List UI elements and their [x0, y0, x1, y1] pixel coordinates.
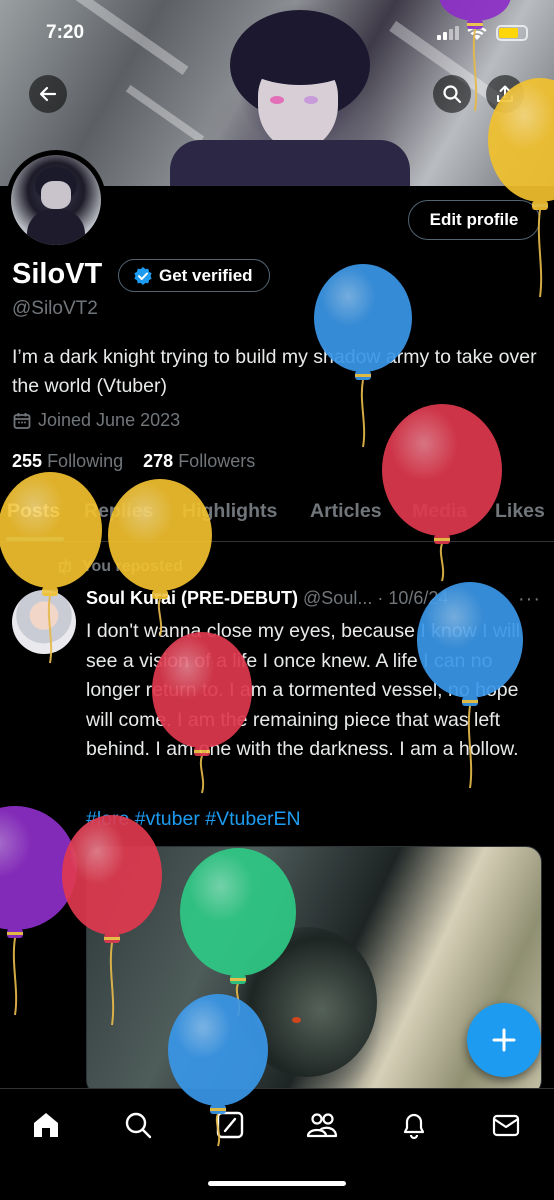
- profile-bio: I’m a dark knight trying to build my sha…: [12, 346, 537, 397]
- nav-grok[interactable]: [210, 1105, 250, 1145]
- following-count: 255: [12, 451, 43, 471]
- nav-notifications[interactable]: [394, 1105, 434, 1145]
- joined-text: Joined June 2023: [38, 410, 181, 430]
- post-text: I don't wanna close my eyes, because I k…: [86, 620, 521, 760]
- post-author-avatar[interactable]: [12, 590, 76, 654]
- followers-count: 278: [143, 451, 174, 471]
- nav-home[interactable]: [26, 1105, 66, 1145]
- followers-link[interactable]: 278 Followers: [143, 451, 255, 471]
- cellular-signal-icon: [437, 26, 463, 40]
- nav-search[interactable]: [118, 1105, 158, 1145]
- tab-highlights[interactable]: Highlights: [182, 500, 277, 523]
- calendar-icon: [13, 412, 31, 429]
- edit-profile-button[interactable]: Edit profile: [408, 200, 540, 240]
- following-label: Following: [47, 451, 124, 471]
- repost-indicator: You reposted: [56, 558, 183, 576]
- arrow-left-icon: [39, 86, 57, 102]
- share-button[interactable]: [486, 75, 524, 113]
- status-bar: 7:20: [0, 0, 554, 64]
- follow-stats: 255 Following 278 Followers: [12, 451, 255, 472]
- post-header: Soul Kurai (PRE-DEBUT) @Soul... · 10/6/2…: [86, 588, 449, 608]
- status-time: 7:20: [46, 22, 85, 43]
- bottom-navigation: [0, 1088, 554, 1200]
- wifi-icon: [467, 26, 487, 40]
- verified-badge-icon: [134, 267, 152, 285]
- balloon-purple-left: [0, 806, 77, 1016]
- profile-tabs: Posts Replies Highlights Articles Media …: [0, 486, 554, 542]
- tab-likes[interactable]: Likes: [495, 500, 545, 523]
- back-button[interactable]: [29, 75, 67, 113]
- following-link[interactable]: 255 Following: [12, 451, 123, 471]
- search-icon: [125, 1112, 152, 1139]
- nav-communities[interactable]: [302, 1105, 342, 1145]
- repost-icon: [59, 559, 71, 575]
- plus-icon: [492, 1028, 516, 1052]
- communities-icon: [306, 1113, 338, 1138]
- search-button[interactable]: [433, 75, 471, 113]
- joined-date: Joined June 2023: [12, 410, 180, 431]
- profile-avatar[interactable]: [6, 150, 106, 250]
- profile-handle: @SiloVT2: [12, 298, 98, 319]
- search-icon: [443, 85, 462, 104]
- post-author-name[interactable]: Soul Kurai (PRE-DEBUT): [86, 588, 298, 608]
- tab-indicator: [6, 537, 64, 541]
- home-icon: [34, 1113, 58, 1137]
- grok-icon: [216, 1111, 244, 1139]
- tab-articles[interactable]: Articles: [310, 500, 382, 523]
- display-name: SiloVT: [12, 258, 103, 290]
- tab-posts[interactable]: Posts: [7, 500, 60, 523]
- post-hashtags[interactable]: #lore #vtuber #VtuberEN: [86, 808, 301, 831]
- get-verified-label: Get verified: [159, 265, 253, 285]
- post-more-button[interactable]: ···: [518, 588, 541, 611]
- home-indicator: [208, 1181, 346, 1186]
- post-date[interactable]: 10/6/24: [388, 588, 448, 608]
- bell-icon: [403, 1113, 425, 1140]
- followers-label: Followers: [178, 451, 256, 471]
- mail-icon: [492, 1114, 520, 1137]
- get-verified-button[interactable]: Get verified: [118, 259, 270, 292]
- nav-messages[interactable]: [486, 1105, 526, 1145]
- compose-post-button[interactable]: [467, 1003, 541, 1077]
- share-icon: [497, 85, 513, 102]
- post-author-handle[interactable]: @Soul...: [303, 588, 372, 608]
- repost-label: You reposted: [82, 558, 184, 575]
- tab-replies[interactable]: Replies: [84, 500, 153, 523]
- battery-icon: [496, 25, 528, 41]
- tab-media[interactable]: Media: [412, 500, 467, 523]
